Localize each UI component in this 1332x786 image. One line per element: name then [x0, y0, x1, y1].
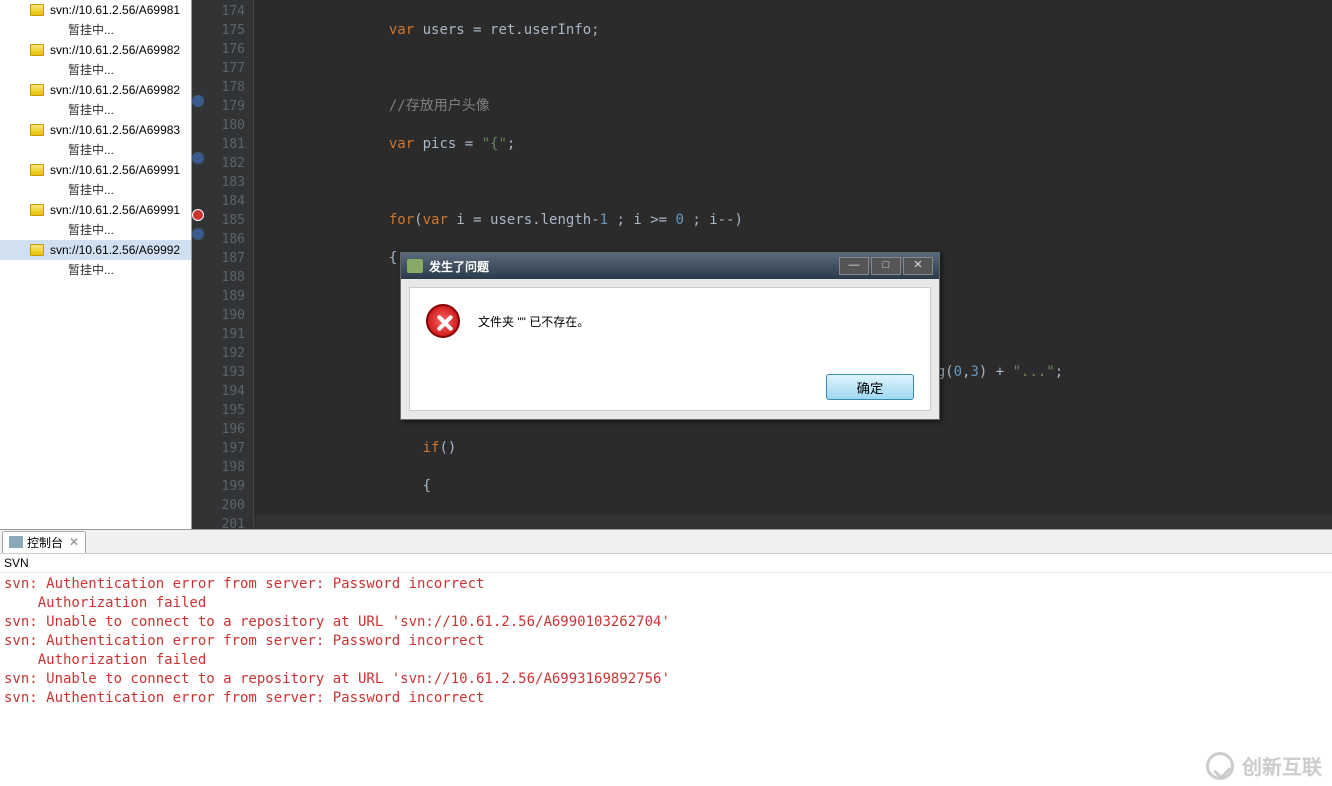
svn-item-2[interactable]: svn://10.61.2.56/A69982 [0, 80, 191, 100]
ok-button[interactable]: 确定 [826, 374, 914, 400]
console-tab-bar: 控制台 ✕ [0, 530, 1332, 554]
folder-icon [30, 44, 44, 56]
error-icon [426, 304, 460, 338]
app-icon [407, 259, 423, 273]
dialog-message: 文件夹 "" 已不存在。 [478, 313, 589, 330]
maximize-button[interactable]: □ [871, 257, 901, 275]
close-button[interactable]: ✕ [903, 257, 933, 275]
svn-item-label: svn://10.61.2.56/A69991 [50, 163, 180, 177]
console-panel: 控制台 ✕ SVN svn: Authentication error from… [0, 530, 1332, 786]
console-tab[interactable]: 控制台 ✕ [2, 531, 86, 553]
minimize-button[interactable]: — [839, 257, 869, 275]
watermark: 创新互联 [1206, 751, 1322, 780]
console-tab-label: 控制台 [27, 534, 63, 551]
folder-icon [30, 4, 44, 16]
folder-icon [30, 204, 44, 216]
dialog-title: 发生了问题 [429, 258, 837, 275]
svn-item-label: svn://10.61.2.56/A69983 [50, 123, 180, 137]
svn-item-status: 暂挂中... [0, 180, 191, 200]
error-dialog: 发生了问题 — □ ✕ 文件夹 "" 已不存在。 确定 [400, 252, 940, 420]
svn-item-5[interactable]: svn://10.61.2.56/A69991 [0, 200, 191, 220]
line-gutter: 1741751761771781791801811821831841851861… [206, 0, 254, 529]
console-output[interactable]: svn: Authentication error from server: P… [0, 573, 1332, 786]
folder-icon [30, 84, 44, 96]
svn-item-1[interactable]: svn://10.61.2.56/A69982 [0, 40, 191, 60]
svn-item-label: svn://10.61.2.56/A69991 [50, 203, 180, 217]
svn-item-4[interactable]: svn://10.61.2.56/A69991 [0, 160, 191, 180]
error-icon[interactable] [192, 209, 204, 221]
gutter-marks [192, 0, 206, 529]
breakpoint-icon[interactable] [192, 228, 204, 240]
folder-icon [30, 164, 44, 176]
watermark-text: 创新互联 [1242, 751, 1322, 780]
watermark-icon [1206, 752, 1234, 780]
folder-icon [30, 244, 44, 256]
svn-item-status: 暂挂中... [0, 100, 191, 120]
dialog-titlebar[interactable]: 发生了问题 — □ ✕ [401, 253, 939, 279]
breakpoint-icon[interactable] [192, 152, 204, 164]
svn-item-status: 暂挂中... [0, 60, 191, 80]
svn-item-status: 暂挂中... [0, 220, 191, 240]
svn-item-status: 暂挂中... [0, 140, 191, 160]
console-header: SVN [0, 554, 1332, 573]
console-icon [9, 536, 23, 548]
svn-item-label: svn://10.61.2.56/A69992 [50, 243, 180, 257]
svn-item-status: 暂挂中... [0, 20, 191, 40]
svn-item-label: svn://10.61.2.56/A69982 [50, 43, 180, 57]
svn-item-label: svn://10.61.2.56/A69981 [50, 3, 180, 17]
svn-item-0[interactable]: svn://10.61.2.56/A69981 [0, 0, 191, 20]
folder-icon [30, 124, 44, 136]
svn-item-label: svn://10.61.2.56/A69982 [50, 83, 180, 97]
sidebar-svn-list: svn://10.61.2.56/A69981 暂挂中... svn://10.… [0, 0, 192, 529]
breakpoint-icon[interactable] [192, 95, 204, 107]
svn-item-6[interactable]: svn://10.61.2.56/A69992 [0, 240, 191, 260]
svn-item-3[interactable]: svn://10.61.2.56/A69983 [0, 120, 191, 140]
close-icon[interactable]: ✕ [69, 535, 79, 549]
dialog-body: 文件夹 "" 已不存在。 确定 [409, 287, 931, 411]
svn-item-status: 暂挂中... [0, 260, 191, 280]
